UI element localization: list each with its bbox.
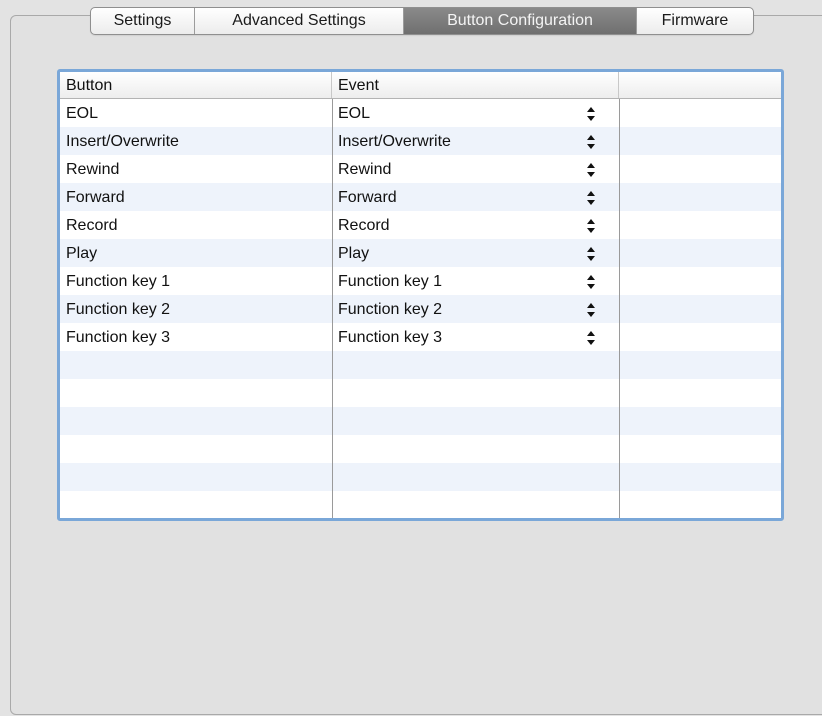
event-value: Record bbox=[338, 217, 390, 234]
event-popup-cell[interactable]: Rewind bbox=[332, 155, 619, 183]
up-down-arrows-icon[interactable] bbox=[587, 135, 595, 149]
event-popup-cell[interactable]: Record bbox=[332, 211, 619, 239]
event-value: Insert/Overwrite bbox=[338, 133, 451, 150]
empty-table-row bbox=[60, 379, 781, 407]
empty-table-row bbox=[60, 407, 781, 435]
up-down-arrows-icon[interactable] bbox=[587, 191, 595, 205]
table-body: EOL EOL Insert/Overwrite Insert/Overwrite Re… bbox=[60, 99, 781, 518]
up-down-arrows-icon[interactable] bbox=[587, 303, 595, 317]
extra-cell bbox=[619, 267, 781, 295]
button-name-cell: Rewind bbox=[66, 161, 120, 178]
tab-firmware[interactable]: Firmware bbox=[637, 8, 753, 34]
table-row[interactable]: Forward Forward bbox=[60, 183, 781, 211]
button-name-cell: Function key 2 bbox=[66, 301, 171, 318]
extra-cell bbox=[619, 239, 781, 267]
table-row[interactable]: EOL EOL bbox=[60, 99, 781, 127]
event-value: Function key 3 bbox=[338, 329, 443, 346]
button-name-cell: Play bbox=[66, 245, 98, 262]
table-header: Button Event bbox=[60, 72, 781, 99]
tab-advanced-settings[interactable]: Advanced Settings bbox=[195, 8, 404, 34]
event-value: Function key 2 bbox=[338, 301, 443, 318]
table-row[interactable]: Function key 1 Function key 1 bbox=[60, 267, 781, 295]
event-popup-cell[interactable]: Forward bbox=[332, 183, 619, 211]
event-value: Play bbox=[338, 245, 370, 262]
empty-table-row bbox=[60, 491, 781, 518]
event-value: EOL bbox=[338, 105, 371, 122]
event-value: Function key 1 bbox=[338, 273, 443, 290]
column-header-extra[interactable] bbox=[619, 72, 781, 98]
table-row[interactable]: Insert/Overwrite Insert/Overwrite bbox=[60, 127, 781, 155]
table-row[interactable]: Record Record bbox=[60, 211, 781, 239]
extra-cell bbox=[619, 155, 781, 183]
event-popup-cell[interactable]: Insert/Overwrite bbox=[332, 127, 619, 155]
up-down-arrows-icon[interactable] bbox=[587, 163, 595, 177]
extra-cell bbox=[619, 323, 781, 351]
up-down-arrows-icon[interactable] bbox=[587, 219, 595, 233]
button-name-cell: Forward bbox=[66, 189, 125, 206]
table-row[interactable]: Function key 2 Function key 2 bbox=[60, 295, 781, 323]
column-header-event[interactable]: Event bbox=[332, 72, 619, 98]
extra-cell bbox=[619, 99, 781, 127]
table-row[interactable]: Function key 3 Function key 3 bbox=[60, 323, 781, 351]
up-down-arrows-icon[interactable] bbox=[587, 275, 595, 289]
tab-settings[interactable]: Settings bbox=[91, 8, 195, 34]
event-popup-cell[interactable]: Function key 1 bbox=[332, 267, 619, 295]
button-name-cell: Function key 3 bbox=[66, 329, 171, 346]
event-popup-cell[interactable]: Function key 2 bbox=[332, 295, 619, 323]
button-config-table[interactable]: Button Event EOL EOL Insert/Overwrite Inser… bbox=[57, 69, 784, 521]
tab-bar: Settings Advanced Settings Button Config… bbox=[90, 7, 754, 35]
column-divider bbox=[332, 99, 333, 518]
event-popup-cell[interactable]: Function key 3 bbox=[332, 323, 619, 351]
up-down-arrows-icon[interactable] bbox=[587, 331, 595, 345]
tab-button-configuration[interactable]: Button Configuration bbox=[404, 8, 637, 34]
event-value: Forward bbox=[338, 189, 397, 206]
event-popup-cell[interactable]: EOL bbox=[332, 99, 619, 127]
extra-cell bbox=[619, 127, 781, 155]
button-name-cell: Function key 1 bbox=[66, 273, 171, 290]
up-down-arrows-icon[interactable] bbox=[587, 247, 595, 261]
empty-table-row bbox=[60, 435, 781, 463]
empty-table-row bbox=[60, 351, 781, 379]
button-name-cell: Record bbox=[66, 217, 118, 234]
up-down-arrows-icon[interactable] bbox=[587, 107, 595, 121]
event-popup-cell[interactable]: Play bbox=[332, 239, 619, 267]
button-name-cell: Insert/Overwrite bbox=[66, 133, 179, 150]
column-header-button[interactable]: Button bbox=[60, 72, 332, 98]
column-divider bbox=[619, 99, 620, 518]
button-name-cell: EOL bbox=[66, 105, 99, 122]
extra-cell bbox=[619, 183, 781, 211]
event-value: Rewind bbox=[338, 161, 392, 178]
table-row[interactable]: Play Play bbox=[60, 239, 781, 267]
empty-table-row bbox=[60, 463, 781, 491]
extra-cell bbox=[619, 295, 781, 323]
table-row[interactable]: Rewind Rewind bbox=[60, 155, 781, 183]
extra-cell bbox=[619, 211, 781, 239]
